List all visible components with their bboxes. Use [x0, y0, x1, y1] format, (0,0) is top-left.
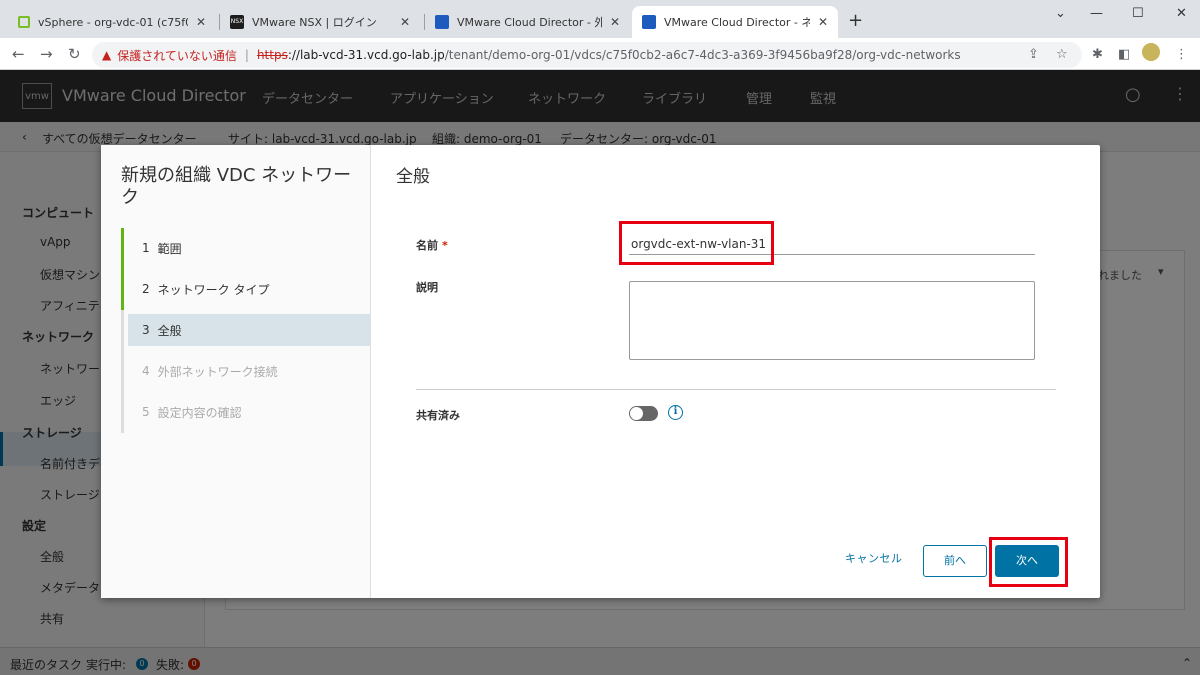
wizard-step-network-type[interactable]: 2 ネットワーク タイプ: [128, 273, 371, 305]
tab-title: VMware NSX | ログイン: [252, 16, 377, 29]
maximize-window-button[interactable]: ☐: [1132, 6, 1144, 21]
tab-close-icon[interactable]: ✕: [610, 15, 620, 29]
wizard-step-general[interactable]: 3 全般: [128, 314, 371, 346]
form-divider: [416, 389, 1056, 390]
wizard-page: 全般 名前* 説明 共有済み i キャンセル 前へ 次へ: [371, 145, 1100, 598]
vcd-favicon-icon: [435, 15, 449, 29]
forward-arrow-icon[interactable]: →: [40, 45, 53, 63]
tab-search-dropdown-icon[interactable]: ⌄: [1055, 6, 1066, 21]
browser-tab-vcd-external[interactable]: VMware Cloud Director - 外部ネ ✕: [425, 6, 630, 38]
security-warning-text[interactable]: 保護されていない通信: [117, 47, 237, 64]
toggle-knob: [630, 407, 643, 420]
warning-triangle-icon: ▲: [102, 48, 112, 62]
vcd-favicon-icon: [642, 15, 656, 29]
browser-tabbar: vSphere - org-vdc-01 (c75f0cb2- ✕ NSX VM…: [0, 0, 1200, 38]
tab-close-icon[interactable]: ✕: [818, 15, 828, 29]
new-org-vdc-network-wizard: 新規の組織 VDC ネットワーク 1 範囲 2 ネットワーク タイプ 3 全般 …: [101, 145, 1100, 598]
tab-close-icon[interactable]: ✕: [196, 15, 206, 29]
back-arrow-icon[interactable]: ←: [12, 45, 25, 63]
description-label: 説明: [416, 281, 438, 294]
info-icon[interactable]: i: [668, 405, 683, 420]
tab-title: VMware Cloud Director - ネットワ: [664, 16, 810, 29]
side-panel-icon[interactable]: ◧: [1118, 47, 1130, 62]
shared-label: 共有済み: [416, 409, 460, 422]
vsphere-favicon-icon: [18, 16, 30, 28]
minimize-window-button[interactable]: —: [1090, 6, 1103, 21]
url-scheme: https: [256, 48, 288, 62]
wizard-progress-done: [121, 228, 124, 310]
profile-avatar[interactable]: [1142, 43, 1160, 61]
highlight-box-name: [619, 221, 774, 265]
browser-address-bar: ← → ↻ ▲ 保護されていない通信 | https://lab-vcd-31.…: [0, 38, 1200, 70]
new-tab-button[interactable]: +: [848, 10, 863, 31]
bookmark-star-icon[interactable]: ☆: [1056, 47, 1068, 62]
wizard-stepnav: 新規の組織 VDC ネットワーク 1 範囲 2 ネットワーク タイプ 3 全般 …: [101, 145, 371, 598]
url-omnibox[interactable]: ▲ 保護されていない通信 | https://lab-vcd-31.vcd.go…: [92, 42, 1082, 68]
highlight-box-next: [989, 537, 1068, 587]
required-asterisk: *: [442, 239, 448, 252]
omnibox-separator: |: [244, 48, 249, 62]
browser-tab-vcd-network-active[interactable]: VMware Cloud Director - ネットワ ✕: [632, 6, 838, 38]
close-window-button[interactable]: ✕: [1176, 6, 1187, 21]
page-title: 全般: [396, 167, 430, 187]
wizard-step-external-connection: 4 外部ネットワーク接続: [142, 364, 278, 379]
description-textarea[interactable]: [629, 281, 1035, 360]
extensions-puzzle-icon[interactable]: ✱: [1092, 47, 1103, 62]
browser-menu-kebab-icon[interactable]: ⋮: [1175, 47, 1188, 62]
name-label: 名前 *: [416, 239, 448, 252]
share-icon[interactable]: ⇪: [1028, 47, 1039, 62]
shared-toggle[interactable]: [629, 406, 658, 421]
tab-close-icon[interactable]: ✕: [400, 15, 410, 29]
browser-tab-nsx[interactable]: NSX VMware NSX | ログイン ✕: [220, 6, 420, 38]
tab-title: VMware Cloud Director - 外部ネ: [457, 16, 602, 29]
url-host: ://lab-vcd-31.vcd.go-lab.jp: [287, 48, 445, 62]
cancel-button[interactable]: キャンセル: [845, 550, 903, 566]
reload-icon[interactable]: ↻: [68, 45, 81, 63]
previous-button[interactable]: 前へ: [923, 545, 987, 577]
wizard-step-review: 5 設定内容の確認: [142, 405, 242, 420]
nsx-favicon-icon: NSX: [230, 15, 244, 29]
url-path: /tenant/demo-org-01/vdcs/c75f0cb2-a6c7-4…: [444, 48, 961, 62]
wizard-step-scope[interactable]: 1 範囲: [128, 232, 371, 264]
tab-title: vSphere - org-vdc-01 (c75f0cb2-: [38, 15, 188, 29]
wizard-title: 新規の組織 VDC ネットワーク: [121, 165, 352, 208]
browser-tab-vsphere[interactable]: vSphere - org-vdc-01 (c75f0cb2- ✕: [8, 6, 216, 38]
